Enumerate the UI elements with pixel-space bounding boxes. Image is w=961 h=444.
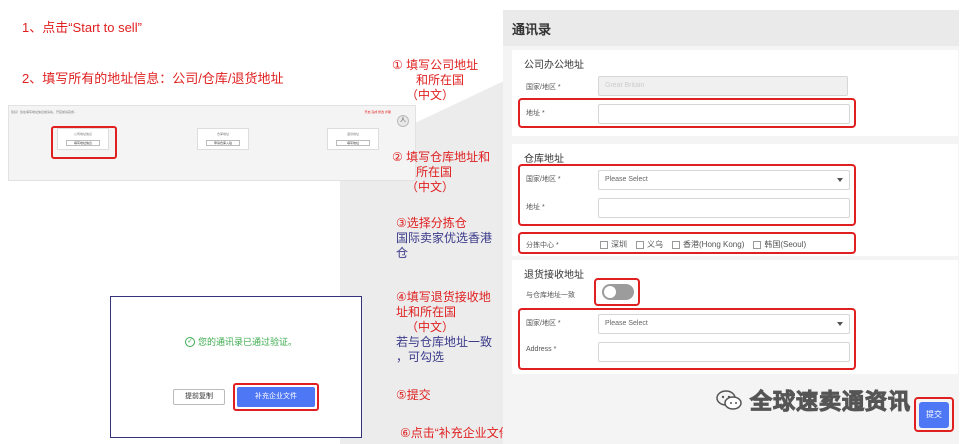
step1-caption: 1、点击“Start to sell” [22,20,142,35]
mini-card-title: 退货地址 [346,132,359,136]
note-line: 仓 [396,246,409,260]
check-circle-icon: ✓ [185,336,195,347]
note-line: 国际卖家优选香港 [396,231,493,245]
note-return-address: ④填写退货接收地 址和所在国 （中文） 若与仓库地址一致 ，可勾选 [396,290,492,365]
note-line: 和所在国 [416,73,465,87]
note-line: （中文） [406,88,455,102]
company-country-select[interactable]: Great Britain [598,76,848,96]
note-line: ④填写退货接收地 [396,290,491,304]
note-line: ② 填写仓库地址和 [392,150,491,164]
mini-card-warehouse: 仓库地址 申请仓库入驻 [197,128,249,150]
user-icon[interactable]: 人 [397,115,409,127]
mini-card-button[interactable]: 申请仓库入驻 [206,140,240,146]
mini-dashboard-screenshot: 您好！您在填写地址信息前请先，开店前请完成... 开启 完成 修改 步骤 人 公… [8,105,416,181]
company-section-title: 公司办公地址 [524,60,584,71]
mini-highlight-box [51,126,117,159]
mini-top-right-text: 开启 完成 修改 步骤 [364,110,391,114]
note-line: ，可勾选 [396,350,445,364]
verification-dialog: ✓ 您的通讯录已通过验证。 提前复制 补充企业文件 [110,296,362,438]
supplement-highlight-box [233,383,319,411]
note-warehouse-address: ② 填写仓库地址和 所在国 （中文） [392,150,490,195]
warehouse-section-title: 仓库地址 [524,154,564,165]
company-section: 公司办公地址 国家/地区 * Great Britain 地址 * [512,50,958,136]
note-line: 址和所在国 [396,305,457,319]
panel-header: 通讯录 [503,10,959,46]
returns-section-title: 退货接收地址 [524,270,584,281]
mini-card-title: 仓库地址 [216,132,229,136]
note-supplement: ⑥点击“补充企业文件” [400,426,515,440]
note-line: （中文） [406,180,455,194]
verified-text: 您的通讯录已通过验证。 [198,337,298,347]
same-as-warehouse-label: 与仓库地址一致 [526,292,575,299]
note-line: ③选择分拣仓 [396,216,467,230]
warehouse-highlight [518,164,856,226]
warehouse-section: 仓库地址 国家/地区 * Please Select 地址 * 分拣中心 * 深… [512,144,958,256]
note-line: ① 填写公司地址 [392,58,479,72]
company-country-label: 国家/地区 * [526,84,561,91]
panel-title: 通讯录 [512,22,552,37]
note-submit: ⑤提交 [396,388,431,402]
returns-highlight [518,308,856,370]
returns-section: 退货接收地址 与仓库地址一致 国家/地区 * Please Select Add… [512,260,958,374]
copy-button[interactable]: 提前复制 [173,389,225,405]
step2-caption: 2、填写所有的地址信息：公司/仓库/退货地址 [22,71,284,86]
mini-card-button[interactable]: 填写地址 [336,140,370,146]
mini-card-returns: 退货地址 填写地址 [327,128,379,150]
toggle-highlight [594,278,640,306]
wechat-icon [716,390,742,410]
submit-highlight [914,397,954,432]
mini-top-text: 您好！您在填写地址信息前请先，开店前请完成... [11,110,77,114]
note-sorting-center: ③选择分拣仓 国际卖家优选香港 仓 [396,216,492,261]
watermark: 全球速卖通资讯 [716,384,911,416]
sorting-center-highlight [518,232,856,254]
note-line: 所在国 [416,165,453,179]
tutorial-canvas: 1、点击“Start to sell” 2、填写所有的地址信息：公司/仓库/退货… [0,0,961,444]
watermark-text: 全球速卖通资讯 [749,389,912,415]
company-address-highlight [518,98,856,128]
contact-panel: 通讯录 公司办公地址 国家/地区 * Great Britain 地址 * 仓库… [503,10,959,444]
note-line: 若与仓库地址一致 [396,335,493,349]
note-company-address: ① 填写公司地址 和所在国 （中文） [392,58,478,103]
note-line: （中文） [406,320,455,334]
verified-message: ✓ 您的通讯录已通过验证。 [185,335,297,348]
